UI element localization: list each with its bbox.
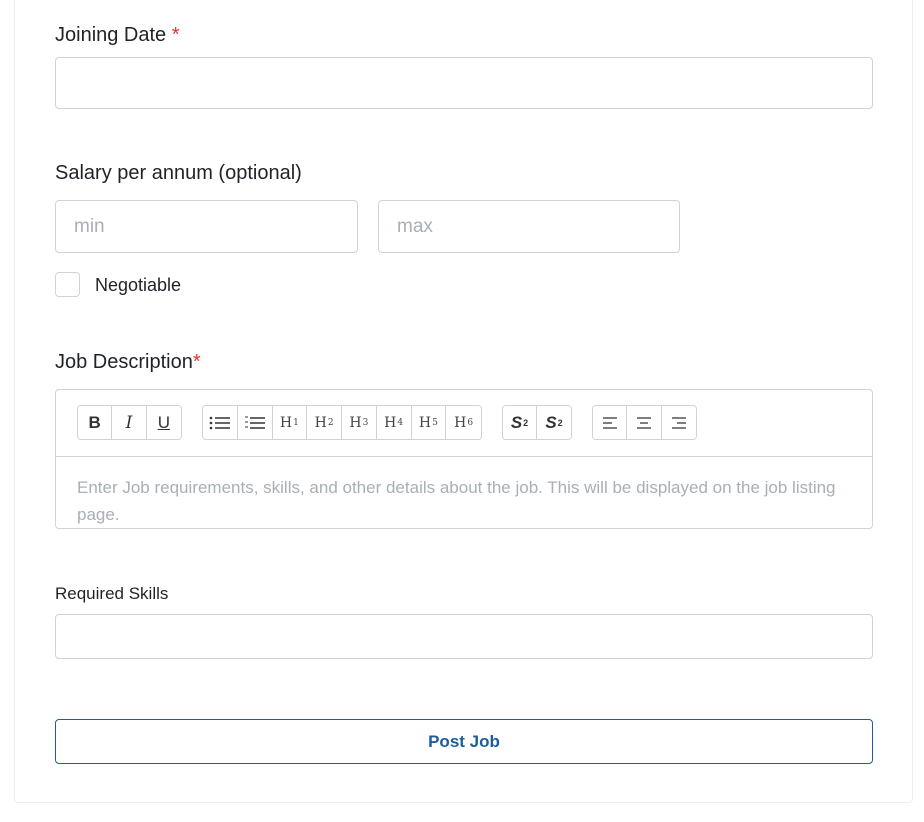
negotiable-label: Negotiable <box>95 275 182 295</box>
align-right-icon <box>671 416 686 429</box>
numbered-list-button[interactable] <box>237 406 273 439</box>
align-right-button[interactable] <box>661 406 696 439</box>
required-skills-input[interactable] <box>55 614 873 659</box>
joining-date-input[interactable] <box>55 57 873 109</box>
script-group: S2 S2 <box>502 405 572 440</box>
salary-min-input[interactable] <box>55 200 358 253</box>
italic-button[interactable]: I <box>112 406 147 439</box>
bullet-list-button[interactable] <box>203 406 238 439</box>
numbered-list-icon <box>244 416 265 429</box>
superscript-button[interactable]: S2 <box>503 406 538 439</box>
heading-2-button[interactable]: H2 <box>307 406 342 439</box>
subscript-button[interactable]: S2 <box>537 406 571 439</box>
salary-label: Salary per annum (optional) <box>55 162 302 184</box>
required-skills-label: Required Skills <box>55 584 169 603</box>
salary-max-input[interactable] <box>378 200 680 253</box>
job-description-editor: B I U H 1 H 2 H 3 H 4 H 5 H 6 S 2 S 2 En… <box>55 389 873 529</box>
job-description-label: Job Description* <box>55 351 201 373</box>
post-job-button[interactable]: Post Job <box>55 719 873 764</box>
align-center-icon <box>637 416 652 429</box>
heading-6-button[interactable]: H6 <box>446 406 481 439</box>
editor-toolbar: B I U H 1 H 2 H 3 H 4 H 5 H 6 S 2 S 2 <box>56 390 872 457</box>
align-left-button[interactable] <box>593 406 628 439</box>
required-asterisk: * <box>171 24 180 46</box>
heading-3-button[interactable]: H3 <box>342 406 377 439</box>
bullet-list-icon <box>209 416 230 429</box>
bold-button[interactable]: B <box>78 406 113 439</box>
alignment-group <box>592 405 697 440</box>
heading-4-button[interactable]: H4 <box>376 406 412 439</box>
negotiable-checkbox[interactable] <box>55 272 80 297</box>
required-asterisk: * <box>192 351 201 373</box>
heading-5-button[interactable]: H5 <box>411 406 447 439</box>
job-description-textarea[interactable]: Enter Job requirements, skills, and othe… <box>77 474 837 528</box>
joining-date-label: Joining Date * <box>55 24 180 46</box>
block-format-group: H1 H2 H3 H4 H5 H6 <box>202 405 482 440</box>
align-center-button[interactable] <box>627 406 662 439</box>
align-left-icon <box>602 416 617 429</box>
heading-1-button[interactable]: H1 <box>272 406 308 439</box>
underline-button[interactable]: U <box>146 406 181 439</box>
text-style-group: B I U <box>77 405 182 440</box>
